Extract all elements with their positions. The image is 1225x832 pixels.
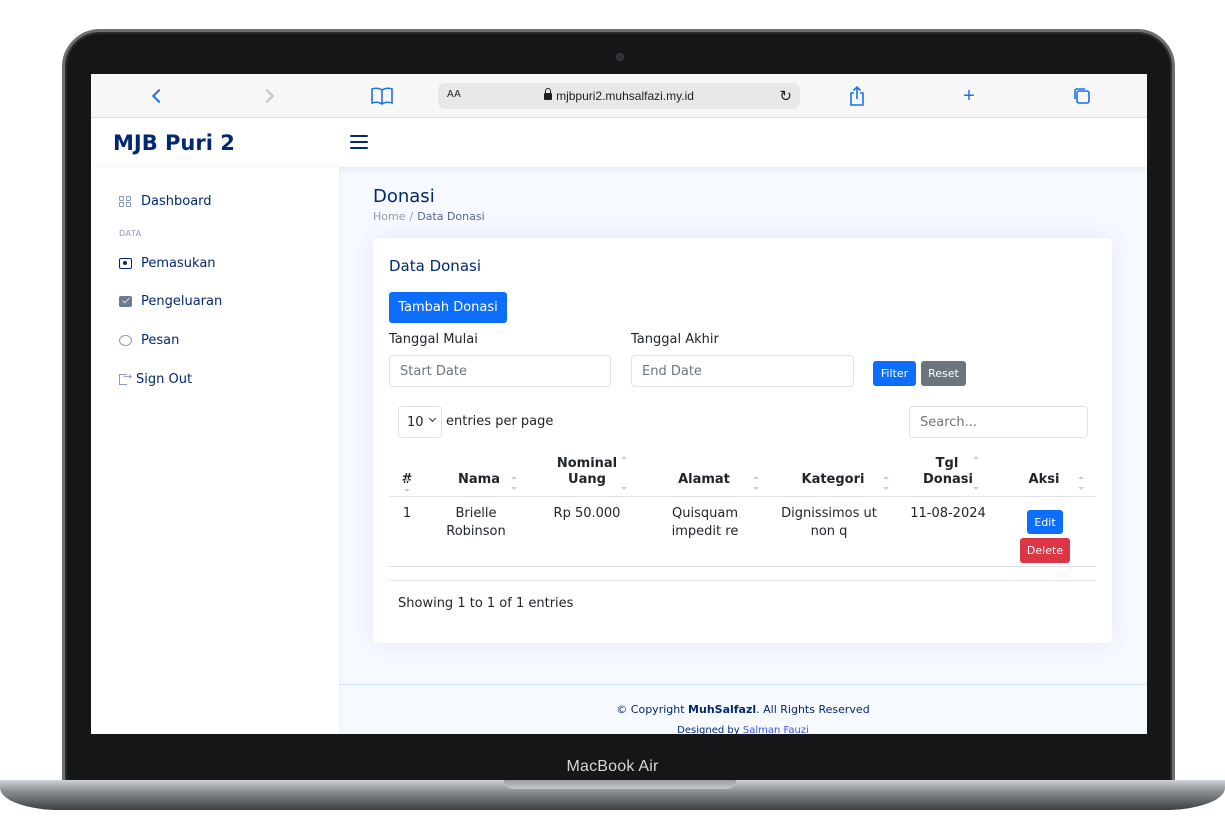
book-icon (371, 87, 393, 105)
column-header-alamat[interactable]: Alamat (659, 450, 759, 496)
table-header-divider (389, 496, 1096, 497)
card-title: Data Donasi (389, 257, 481, 275)
sidebar-item-pemasukan[interactable]: Pemasukan (119, 253, 216, 273)
new-tab-button[interactable]: + (958, 83, 980, 109)
cell-alamat: Quisquam impedit re (671, 506, 739, 539)
menu-toggle-icon[interactable] (350, 135, 368, 149)
sort-icon (973, 456, 979, 490)
tabs-button[interactable] (1071, 83, 1093, 109)
envelope-icon (119, 295, 132, 307)
sign-out-icon (119, 370, 132, 385)
forward-button[interactable] (257, 83, 277, 109)
sort-icon (404, 478, 410, 492)
sort-icon (621, 456, 627, 490)
sort-icon (883, 476, 889, 490)
chevron-left-icon (151, 88, 167, 104)
back-button[interactable] (149, 83, 169, 109)
app-logo[interactable]: MJB Puri 2 (113, 131, 235, 155)
sidebar: Dashboard DATA Pemasukan Pengeluaran Pes… (91, 167, 339, 734)
cell-kategori: Dignissimos ut non q (781, 506, 877, 539)
sidebar-item-label: Sign Out (136, 371, 193, 387)
sidebar-item-pesan[interactable]: Pesan (119, 330, 179, 350)
sidebar-item-label: Dashboard (141, 193, 212, 209)
cell-tgl-donasi: 11-08-2024 (910, 506, 986, 521)
sidebar-item-label: Pemasukan (141, 255, 216, 271)
sidebar-item-label: Pengeluaran (141, 293, 223, 309)
device-label: MacBook Air (566, 758, 659, 775)
share-button[interactable] (846, 83, 868, 109)
column-header-nominal[interactable]: Nominal Uang (537, 450, 637, 496)
cash-icon (119, 257, 132, 269)
table-footer-divider (389, 580, 1096, 581)
designer-link[interactable]: Salman Fauzi (743, 725, 809, 734)
filter-button[interactable]: Filter (873, 361, 916, 386)
chevron-down-icon (428, 414, 437, 423)
sort-icon (1078, 476, 1084, 490)
footer-divider (339, 684, 1147, 685)
reload-icon[interactable]: ↻ (779, 87, 792, 105)
lock-icon (544, 88, 553, 100)
search-input[interactable] (909, 406, 1088, 438)
address-bar[interactable]: AA mjbpuri2.muhsalfazi.my.id ↻ (438, 83, 800, 109)
column-header-number[interactable]: # (397, 450, 417, 496)
breadcrumb-separator: / (409, 210, 414, 223)
footer-copyright-name: MuhSalfazl (688, 703, 757, 716)
column-header-tgl[interactable]: Tgl Donasi (907, 450, 987, 496)
table-row-divider (389, 566, 1096, 567)
share-icon (850, 86, 864, 106)
start-date-label: Tanggal Mulai (389, 332, 478, 347)
sort-icon (753, 476, 759, 490)
url-text: mjbpuri2.muhsalfazi.my.id (556, 89, 694, 103)
cell-nama: Brielle Robinson (446, 506, 506, 539)
add-donation-button[interactable]: Tambah Donasi (389, 292, 507, 323)
sidebar-heading: DATA (119, 229, 142, 238)
cell-number: 1 (402, 506, 412, 521)
footer-designed-by: Designed by Salman Fauzi (677, 725, 809, 734)
entries-per-page-label: entries per page (446, 414, 554, 429)
cell-nominal: Rp 50.000 (553, 506, 621, 521)
entries-per-page-select[interactable]: 10 (398, 406, 442, 438)
donation-card: Data Donasi Tambah Donasi Tanggal Mulai … (373, 238, 1112, 643)
end-date-label: Tanggal Akhir (631, 332, 719, 347)
laptop-notch (504, 780, 736, 789)
column-header-nama[interactable]: Nama (439, 450, 519, 496)
end-date-input[interactable] (631, 355, 854, 387)
breadcrumb-home[interactable]: Home (373, 210, 405, 223)
tabs-icon (1074, 88, 1090, 104)
edit-button[interactable]: Edit (1027, 510, 1063, 534)
table-info: Showing 1 to 1 of 1 entries (398, 596, 574, 611)
screen: AA mjbpuri2.muhsalfazi.my.id ↻ + MJB Pur… (91, 74, 1147, 734)
bookmarks-button[interactable] (370, 83, 394, 109)
start-date-input[interactable] (389, 355, 611, 387)
sidebar-item-sign-out[interactable]: Sign Out (119, 369, 192, 389)
browser-toolbar: AA mjbpuri2.muhsalfazi.my.id ↻ + (91, 74, 1147, 118)
grid-icon (119, 195, 132, 207)
plus-icon: + (963, 85, 975, 107)
webcam-icon (617, 54, 623, 60)
column-header-aksi[interactable]: Aksi (1009, 450, 1084, 496)
footer-copyright: © Copyright MuhSalfazl. All Rights Reser… (616, 703, 870, 716)
sidebar-item-dashboard[interactable]: Dashboard (119, 191, 212, 211)
sidebar-item-pengeluaran[interactable]: Pengeluaran (119, 291, 222, 311)
chevron-right-icon (259, 88, 275, 104)
page-title: Donasi (373, 186, 435, 207)
chat-icon (119, 334, 132, 346)
breadcrumb-current: Data Donasi (417, 210, 485, 223)
breadcrumb: Home / Data Donasi (373, 210, 485, 223)
entries-per-page-value: 10 (407, 414, 424, 430)
sort-icon (511, 476, 517, 490)
app-header: MJB Puri 2 (91, 118, 1147, 167)
sidebar-item-label: Pesan (141, 332, 180, 348)
delete-button[interactable]: Delete (1020, 538, 1070, 563)
reset-button[interactable]: Reset (921, 361, 966, 386)
column-header-kategori[interactable]: Kategori (773, 450, 893, 496)
